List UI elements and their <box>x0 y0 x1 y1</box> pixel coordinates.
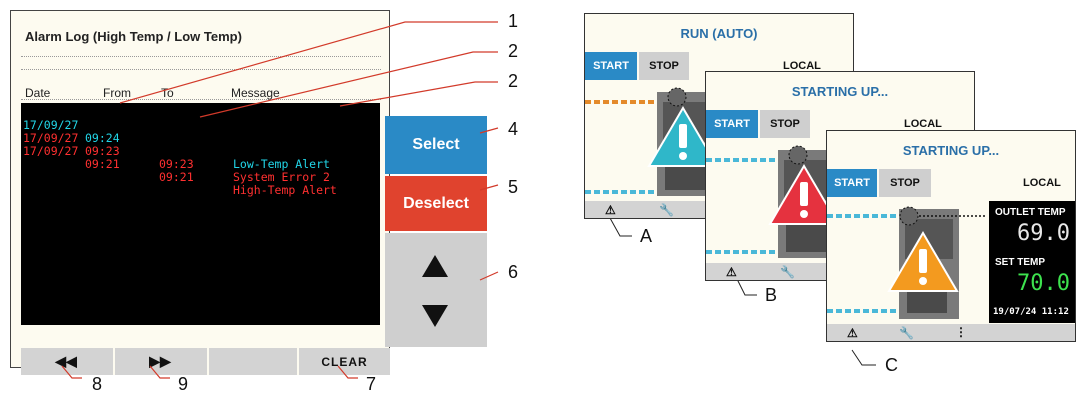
set-temp-label: SET TEMP <box>995 257 1046 268</box>
warning-icon[interactable]: ⚠ <box>726 265 737 279</box>
start-button[interactable]: START <box>827 169 877 197</box>
callout-line-8 <box>61 365 82 379</box>
screen-footer: ⚠ 🔧 ⋮ <box>827 324 1075 341</box>
callout-label: C <box>885 355 898 375</box>
stop-button[interactable]: STOP <box>760 110 810 138</box>
callout-label: 2 <box>508 41 519 61</box>
warning-icon <box>887 231 959 292</box>
stop-button[interactable]: STOP <box>879 169 931 197</box>
callout-line-9 <box>149 365 170 379</box>
wrench-icon[interactable]: 🔧 <box>659 203 674 217</box>
callout-label: 4 <box>508 119 519 139</box>
outlet-temp-value: 69.0 <box>1017 221 1070 246</box>
wrench-icon[interactable]: 🔧 <box>780 265 795 279</box>
local-label: LOCAL <box>1023 177 1061 189</box>
temperature-readout: OUTLET TEMP 69.0 SET TEMP 70.0 19/07/24 … <box>989 201 1075 323</box>
callout-label: 8 <box>92 374 103 394</box>
wrench-icon[interactable]: 🔧 <box>899 326 914 340</box>
local-label: LOCAL <box>904 118 942 130</box>
callout-label: B <box>765 285 778 305</box>
start-button[interactable]: START <box>585 52 637 80</box>
warning-icon[interactable]: ⚠ <box>847 326 858 340</box>
warning-icon[interactable]: ⚠ <box>605 203 616 217</box>
stop-button[interactable]: STOP <box>639 52 689 80</box>
callout-label: 5 <box>508 177 519 197</box>
screen-title: STARTING UP... <box>902 143 1000 158</box>
callout-line-4 <box>479 127 499 134</box>
callout-label: A <box>640 226 653 246</box>
callout-line-A <box>609 217 632 237</box>
callout-line-C <box>851 349 876 366</box>
screen-title: RUN (AUTO) <box>680 26 758 41</box>
start-button[interactable]: START <box>706 110 758 138</box>
callout-line-7 <box>337 365 358 379</box>
callout-label: 2 <box>508 71 519 91</box>
more-icon[interactable]: ⋮ <box>955 325 967 339</box>
screen-starting-up-readout: STARTING UP... START STOP LOCAL OUTLET T… <box>826 130 1076 342</box>
callout-line-2a <box>199 51 498 118</box>
callout-label: 6 <box>508 262 519 282</box>
outlet-temp-label: OUTLET TEMP <box>995 207 1066 218</box>
set-temp-value: 70.0 <box>1017 271 1070 296</box>
callout-label: 7 <box>366 374 377 394</box>
callout-label: 9 <box>178 374 189 394</box>
callout-label: 1 <box>508 11 519 31</box>
callout-line-5 <box>479 184 499 191</box>
callout-line-6 <box>479 271 499 281</box>
screen-title: STARTING UP... <box>791 84 889 99</box>
callout-line-2b <box>339 81 498 107</box>
datetime: 19/07/24 11:12 <box>993 307 1069 317</box>
